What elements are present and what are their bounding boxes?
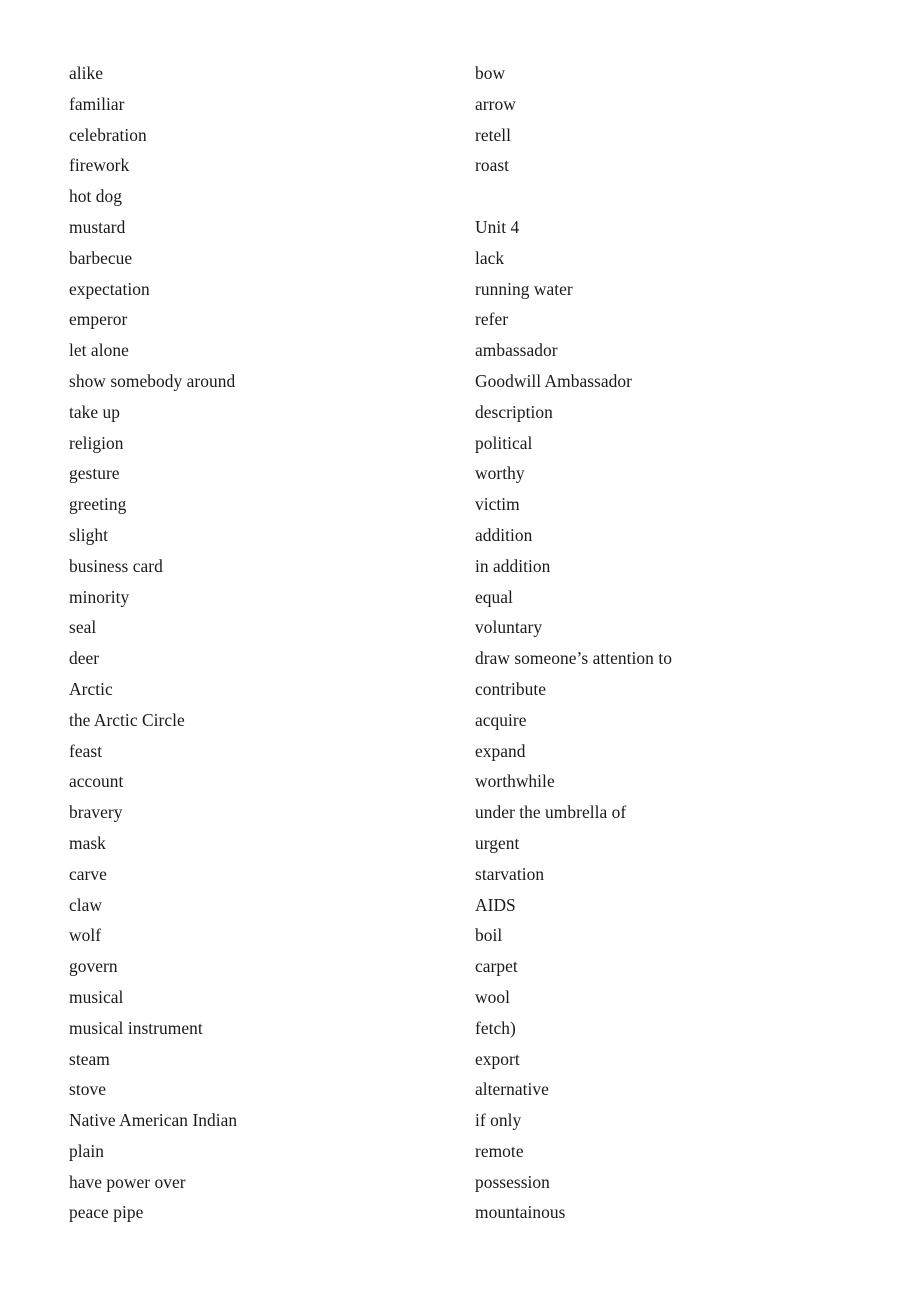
right-word-entry: export (475, 1048, 520, 1069)
right-word-entry: contribute (475, 678, 547, 699)
left-word-column: alike familiar celebration firework hot dog m… (69, 58, 449, 1228)
left-word-entry: wolf (69, 925, 102, 946)
left-word-entry: alike (69, 63, 104, 83)
right-word-entry: worthy (475, 463, 525, 484)
right-word-entry: ambassador (475, 340, 558, 361)
left-word-entry: bravery (69, 802, 123, 823)
left-word-entry: business card (69, 555, 163, 576)
right-word-entry: if only (475, 1110, 522, 1131)
left-word-entry: greeting (69, 494, 127, 515)
left-word-entry: mustard (69, 216, 126, 237)
left-word-entry: religion (69, 432, 124, 453)
left-word-entry: expectation (69, 278, 150, 299)
right-word-entry: draw someone’s attention to (475, 648, 672, 669)
left-word-entry: show somebody around (69, 370, 236, 391)
right-word-entry: AIDS (475, 894, 516, 915)
right-word-entry: Goodwill Ambassador (475, 370, 632, 391)
left-word-entry: musical (69, 986, 124, 1007)
left-word-entry: take up (69, 401, 121, 422)
right-word-entry: mountainous (475, 1202, 566, 1223)
left-word-entry: stove (69, 1079, 106, 1100)
right-word-entry: refer (475, 309, 509, 330)
right-word-column: bow arrow retell roast Unit 4 lack running wat… (475, 58, 875, 1228)
left-word-entry: plain (69, 1140, 105, 1161)
right-word-entry: description (475, 401, 553, 422)
right-word-entry: voluntary (475, 617, 543, 638)
right-word-entry: lack (475, 247, 505, 268)
document-page: alike familiar celebration firework hot dog m… (0, 0, 920, 1302)
right-word-entry: arrow (475, 93, 516, 114)
left-word-entry: familiar (69, 93, 125, 114)
left-word-entry: deer (69, 648, 100, 669)
left-word-entry: seal (69, 617, 97, 638)
right-word-entry: under the umbrella of (475, 802, 627, 823)
right-word-entry: possession (475, 1171, 550, 1192)
right-word-entry: carpet (475, 956, 518, 977)
left-word-entry: the Arctic Circle (69, 709, 185, 730)
right-word-entry: alternative (475, 1079, 549, 1100)
left-word-entry: peace pipe (69, 1202, 144, 1223)
unit-heading: Unit 4 (475, 216, 520, 237)
right-word-entry: running water (475, 278, 573, 299)
right-word-entry: victim (475, 494, 520, 515)
left-word-entry: Arctic (69, 678, 113, 699)
left-word-entry: have power over (69, 1171, 186, 1192)
left-word-entry: mask (69, 832, 106, 853)
right-word-entry: fetch) (475, 1017, 516, 1038)
left-word-entry: musical instrument (69, 1017, 203, 1038)
right-word-entry: roast (475, 155, 510, 176)
right-word-entry: acquire (475, 709, 527, 730)
right-word-entry: political (475, 432, 533, 453)
right-word-entry: addition (475, 524, 533, 545)
right-word-entry: bow (475, 63, 506, 83)
right-word-entry: wool (475, 986, 510, 1007)
left-word-entry: carve (69, 863, 107, 884)
left-word-entry: emperor (69, 309, 128, 330)
right-word-entry: worthwhile (475, 771, 555, 792)
left-word-entry: claw (69, 894, 103, 915)
right-word-entry: retell (475, 124, 512, 145)
right-word-entry: expand (475, 740, 526, 761)
left-word-entry: let alone (69, 340, 129, 361)
left-word-entry: firework (69, 155, 130, 176)
left-word-entry: feast (69, 740, 103, 761)
left-word-entry: slight (69, 524, 108, 545)
left-word-entry: hot dog (69, 186, 123, 207)
left-word-entry: barbecue (69, 247, 133, 268)
right-word-entry: starvation (475, 863, 545, 884)
two-column-layout: alike familiar celebration firework hot dog m… (0, 0, 920, 1302)
right-word-entry: boil (475, 925, 503, 946)
left-word-entry: celebration (69, 124, 147, 145)
right-word-entry: urgent (475, 832, 520, 853)
left-word-entry: minority (69, 586, 130, 607)
right-word-entry: remote (475, 1140, 524, 1161)
left-word-entry: Native American Indian (69, 1110, 238, 1131)
right-word-entry: equal (475, 586, 513, 607)
left-word-entry: gesture (69, 463, 120, 484)
left-word-entry: account (69, 771, 124, 792)
left-word-entry: govern (69, 956, 118, 977)
left-word-entry: steam (69, 1048, 110, 1069)
right-word-entry: in addition (475, 555, 551, 576)
